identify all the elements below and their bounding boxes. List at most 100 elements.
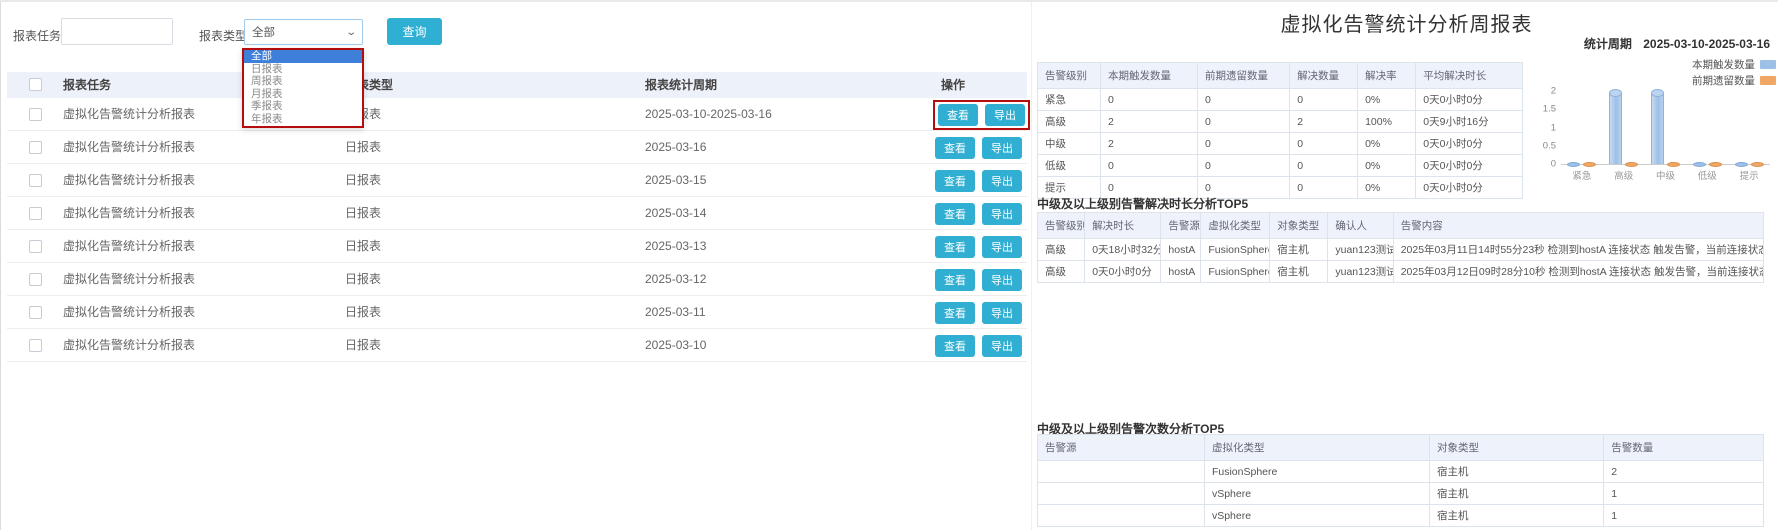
export-button[interactable]: 导出 — [982, 269, 1022, 291]
report-title: 虚拟化告警统计分析周报表 — [1035, 8, 1778, 37]
report-task-label: 报表任务 — [13, 27, 61, 44]
cell-period: 2025-03-15 — [645, 164, 706, 197]
chevron-down-icon: ⌄ — [345, 27, 357, 38]
export-button[interactable]: 导出 — [982, 236, 1022, 258]
view-button[interactable]: 查看 — [935, 302, 975, 324]
table-cell: 0 — [1290, 155, 1358, 177]
row-checkbox[interactable] — [29, 174, 42, 187]
table-cell: 低级 — [1038, 155, 1101, 177]
row-actions: 查看导出 — [935, 296, 1022, 329]
table-cell: 0 — [1101, 155, 1198, 177]
row-checkbox[interactable] — [29, 108, 42, 121]
export-button[interactable]: 导出 — [982, 137, 1022, 159]
report-task-input[interactable] — [61, 18, 173, 45]
table-cell: 0% — [1358, 177, 1416, 199]
table-row: 虚拟化告警统计分析报表日报表2025-03-11查看导出 — [7, 296, 1027, 329]
column-header: 解决数量 — [1290, 63, 1358, 89]
export-button[interactable]: 导出 — [985, 104, 1025, 126]
dropdown-option[interactable]: 全部 — [244, 50, 362, 63]
row-actions: 查看导出 — [935, 131, 1022, 164]
row-actions: 查看导出 — [935, 329, 1022, 362]
row-checkbox[interactable] — [29, 273, 42, 286]
cell-task: 虚拟化告警统计分析报表 — [63, 329, 195, 362]
column-header: 解决时长 — [1085, 213, 1161, 239]
y-axis-tick-label: 1 — [1551, 122, 1556, 133]
table-cell: 0 — [1290, 133, 1358, 155]
screen: 报表任务 报表类型 全部 ⌄ 查询 全部日报表周报表月报表季报表年报表 报表任务… — [0, 0, 1778, 530]
report-type-select[interactable]: 全部 ⌄ — [244, 19, 363, 45]
table-cell: 宿主机 — [1270, 261, 1328, 283]
table-row: 虚拟化告警统计分析报表日报表2025-03-13查看导出 — [7, 230, 1027, 263]
column-header: 告警源 — [1161, 213, 1201, 239]
column-header: 本期触发数量 — [1101, 63, 1198, 89]
chart-legend: 本期触发数量前期遗留数量 — [1692, 56, 1776, 88]
table-cell: yuan123测试 — [1328, 261, 1393, 283]
table-cell: 高级 — [1038, 111, 1101, 133]
row-checkbox[interactable] — [29, 141, 42, 154]
table-cell: 2 — [1101, 111, 1198, 133]
table-row: 紧急0000%0天0小时0分 — [1038, 89, 1523, 111]
export-button[interactable]: 导出 — [982, 302, 1022, 324]
column-header-actions: 操作 — [941, 72, 965, 98]
chart-plot-area: 00.511.52 — [1561, 92, 1770, 165]
view-button[interactable]: 查看 — [935, 236, 975, 258]
query-button[interactable]: 查询 — [387, 18, 442, 45]
dropdown-option[interactable]: 周报表 — [244, 75, 362, 88]
table-cell: 0天18小时32分 — [1085, 239, 1161, 261]
duration-top5-table: 告警级别解决时长告警源虚拟化类型对象类型确认人告警内容高级0天18小时32分ho… — [1037, 212, 1764, 283]
column-header: 解决率 — [1358, 63, 1416, 89]
row-checkbox[interactable] — [29, 207, 42, 220]
chart-category — [1686, 92, 1728, 164]
table-cell: 0天0小时0分 — [1085, 261, 1161, 283]
dropdown-option[interactable]: 年报表 — [244, 113, 362, 126]
table-cell: 宿主机 — [1270, 239, 1328, 261]
row-actions: 查看导出 — [935, 230, 1022, 263]
row-actions: 查看导出 — [935, 164, 1022, 197]
view-button[interactable]: 查看 — [935, 335, 975, 357]
export-button[interactable]: 导出 — [982, 335, 1022, 357]
zero-marker-前期遗留数量 — [1583, 162, 1596, 167]
column-header: 虚拟化类型 — [1204, 435, 1429, 461]
row-checkbox[interactable] — [29, 240, 42, 253]
table-cell: hostA — [1161, 261, 1201, 283]
table-row: vSphere宿主机1 — [1038, 505, 1764, 527]
table-cell: 0天0小时0分 — [1416, 89, 1523, 111]
cell-type: 日报表 — [345, 263, 381, 296]
cell-type: 日报表 — [345, 230, 381, 263]
view-button[interactable]: 查看 — [935, 170, 975, 192]
view-button[interactable]: 查看 — [938, 104, 978, 126]
table-cell: FusionSphere — [1201, 261, 1270, 283]
column-header: 平均解决时长 — [1416, 63, 1523, 89]
x-axis-tick-label: 紧急 — [1561, 168, 1603, 182]
table-row: 虚拟化告警统计分析报表日报表2025-03-12查看导出 — [7, 263, 1027, 296]
chart-category — [1561, 92, 1603, 164]
dropdown-option[interactable]: 季报表 — [244, 100, 362, 113]
chart-bars — [1561, 92, 1770, 164]
table-cell: 0 — [1290, 177, 1358, 199]
column-header: 告警源 — [1038, 435, 1205, 461]
export-button[interactable]: 导出 — [982, 203, 1022, 225]
table-cell: 0% — [1358, 155, 1416, 177]
table-cell: 0 — [1198, 133, 1290, 155]
table-cell: 2 — [1290, 111, 1358, 133]
dropdown-option[interactable]: 月报表 — [244, 88, 362, 101]
row-checkbox[interactable] — [29, 306, 42, 319]
dropdown-option[interactable]: 日报表 — [244, 63, 362, 76]
legend-entry: 本期触发数量 — [1692, 56, 1776, 72]
alarm-summary-table: 告警级别本期触发数量前期遗留数量解决数量解决率平均解决时长紧急0000%0天0小… — [1037, 62, 1523, 199]
legend-swatch — [1760, 76, 1776, 85]
view-button[interactable]: 查看 — [935, 269, 975, 291]
column-header: 告警数量 — [1604, 435, 1764, 461]
table-row: 虚拟化告警统计分析报表日报表2025-03-15查看导出 — [7, 164, 1027, 197]
select-all-checkbox[interactable] — [29, 78, 42, 91]
table-cell: 0% — [1358, 133, 1416, 155]
row-checkbox[interactable] — [29, 339, 42, 352]
view-button[interactable]: 查看 — [935, 137, 975, 159]
export-button[interactable]: 导出 — [982, 170, 1022, 192]
table-cell: 100% — [1358, 111, 1416, 133]
view-button[interactable]: 查看 — [935, 203, 975, 225]
table-row: FusionSphere宿主机2 — [1038, 461, 1764, 483]
report-table-body: 虚拟化告警统计分析报表周报表2025-03-10-2025-03-16查看导出虚… — [7, 98, 1027, 362]
column-header: 告警级别 — [1038, 63, 1101, 89]
table-cell: 0天9小时16分 — [1416, 111, 1523, 133]
